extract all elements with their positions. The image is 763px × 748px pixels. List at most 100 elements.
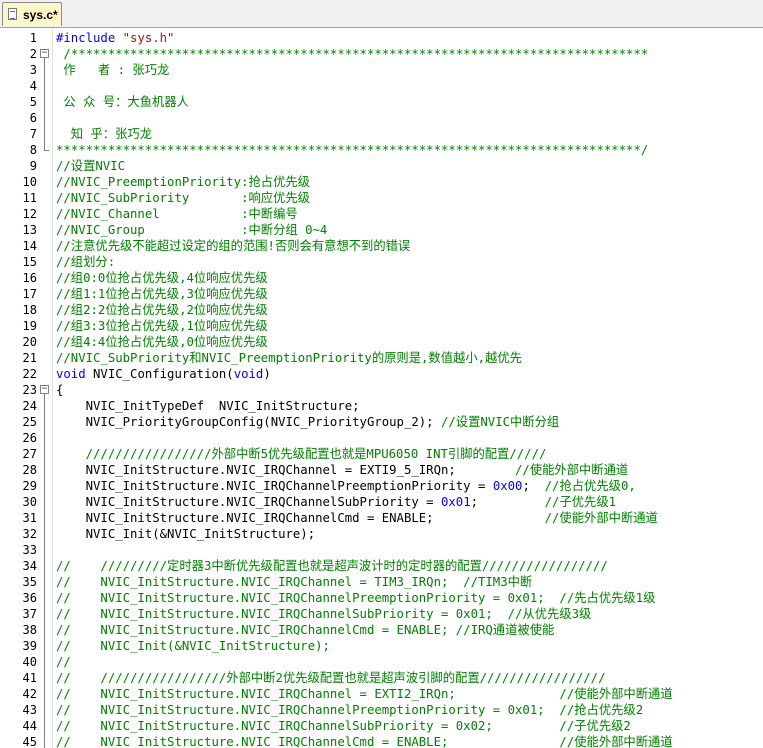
line-number: 28: [22, 463, 37, 477]
line-number: 34: [22, 559, 37, 573]
code-line[interactable]: 22 void NVIC_Configuration(void): [0, 366, 763, 382]
code-line[interactable]: 13 //NVIC_Group :中断分组 0~4: [0, 222, 763, 238]
code-text: //注意优先级不能超过设定的组的范围!否则会有意想不到的错误: [56, 238, 410, 254]
code-line[interactable]: 3 作 者 : 张巧龙: [0, 62, 763, 78]
code-line[interactable]: 20 //组4:4位抢占优先级,0位响应优先级: [0, 334, 763, 350]
code-line[interactable]: 39 // NVIC_Init(&NVIC_InitStructure);: [0, 638, 763, 654]
code-text: NVIC_InitStructure.NVIC_IRQChannelSubPri…: [56, 494, 616, 510]
code-text: void NVIC_Configuration(void): [56, 366, 271, 382]
code-token: //组4:4位抢占优先级,0位响应优先级: [56, 335, 268, 349]
line-number: 11: [22, 191, 37, 205]
code-token: // /////////定时器3中断优先级配置也就是超声波计时的定时器的配置//…: [56, 559, 608, 573]
line-number: 31: [22, 511, 37, 525]
code-line[interactable]: 11 //NVIC_SubPriority :响应优先级: [0, 190, 763, 206]
line-number: 16: [22, 271, 37, 285]
code-text: NVIC_InitStructure.NVIC_IRQChannelCmd = …: [56, 510, 658, 526]
code-line[interactable]: 7 知 乎：张巧龙: [0, 126, 763, 142]
code-line[interactable]: 21 //NVIC_SubPriority和NVIC_PreemptionPrio…: [0, 350, 763, 366]
tab-sys-c[interactable]: sys.c*: [2, 2, 62, 26]
code-line[interactable]: 25 NVIC_PriorityGroupConfig(NVIC_Priorit…: [0, 414, 763, 430]
line-number: 26: [22, 431, 37, 445]
code-line[interactable]: 44 // NVIC_InitStructure.NVIC_IRQChannelS…: [0, 718, 763, 734]
line-number: 30: [22, 495, 37, 509]
code-line[interactable]: 27 /////////////////外部中断5优先级配置也就是MPU6050…: [0, 446, 763, 462]
line-number: 3: [29, 63, 37, 77]
code-line[interactable]: 17 //组1:1位抢占优先级,3位响应优先级: [0, 286, 763, 302]
code-text: NVIC_InitStructure.NVIC_IRQChannelPreemp…: [56, 478, 636, 494]
code-line[interactable]: 31 NVIC_InitStructure.NVIC_IRQChannelCmd…: [0, 510, 763, 526]
code-line[interactable]: 15 //组划分:: [0, 254, 763, 270]
code-token: //组2:2位抢占优先级,2位响应优先级: [56, 303, 268, 317]
code-line[interactable]: 10 //NVIC_PreemptionPriority:抢占优先级: [0, 174, 763, 190]
code-token: // NVIC_InitStructure.NVIC_IRQChannelCmd…: [56, 735, 673, 748]
code-text: //组3:3位抢占优先级,1位响应优先级: [56, 318, 268, 334]
code-token: 0x01: [440, 495, 471, 509]
code-line[interactable]: 37 // NVIC_InitStructure.NVIC_IRQChannelS…: [0, 606, 763, 622]
line-number: 6: [29, 111, 37, 125]
code-line[interactable]: 23 {: [0, 382, 763, 398]
line-number: 35: [22, 575, 37, 589]
code-text: // NVIC_InitStructure.NVIC_IRQChannelCmd…: [56, 622, 554, 638]
code-line[interactable]: 19 //组3:3位抢占优先级,1位响应优先级: [0, 318, 763, 334]
code-token: // NVIC_InitStructure.NVIC_IRQChannelCmd…: [56, 623, 555, 637]
code-line[interactable]: 14 //注意优先级不能超过设定的组的范围!否则会有意想不到的错误: [0, 238, 763, 254]
code-text: //组0:0位抢占优先级,4位响应优先级: [56, 270, 268, 286]
code-line[interactable]: 2 /*************************************…: [0, 46, 763, 62]
code-line[interactable]: 8 ***************************************…: [0, 142, 763, 158]
code-token: #include: [56, 31, 123, 45]
code-token: // NVIC_Init(&NVIC_InitStructure);: [56, 639, 330, 653]
code-text: NVIC_Init(&NVIC_InitStructure);: [56, 526, 316, 542]
code-line[interactable]: 5 公 众 号：大鱼机器人: [0, 94, 763, 110]
code-text: #include "sys.h": [56, 30, 174, 46]
code-token: // NVIC_InitStructure.NVIC_IRQChannel = …: [56, 687, 673, 701]
code-line[interactable]: 12 //NVIC_Channel :中断编号: [0, 206, 763, 222]
code-text: // NVIC_InitStructure.NVIC_IRQChannel = …: [56, 686, 673, 702]
code-line[interactable]: 43 // NVIC_InitStructure.NVIC_IRQChannelP…: [0, 702, 763, 718]
line-number: 41: [22, 671, 37, 685]
code-line[interactable]: 36 // NVIC_InitStructure.NVIC_IRQChannelP…: [0, 590, 763, 606]
code-text: ****************************************…: [56, 142, 648, 158]
code-token: //使能外部中断通道: [515, 463, 629, 477]
code-line[interactable]: 35 // NVIC_InitStructure.NVIC_IRQChannel …: [0, 574, 763, 590]
code-token: // NVIC_InitStructure.NVIC_IRQChannelSub…: [56, 719, 631, 733]
code-line[interactable]: 18 //组2:2位抢占优先级,2位响应优先级: [0, 302, 763, 318]
code-line[interactable]: 4: [0, 78, 763, 94]
code-line[interactable]: 40 //: [0, 654, 763, 670]
code-line[interactable]: 24 NVIC_InitTypeDef NVIC_InitStructure;: [0, 398, 763, 414]
code-line[interactable]: 9 //设置NVIC: [0, 158, 763, 174]
code-token: void: [233, 367, 264, 381]
fold-guide: [44, 58, 45, 150]
code-line[interactable]: 16 //组0:0位抢占优先级,4位响应优先级: [0, 270, 763, 286]
code-line[interactable]: 30 NVIC_InitStructure.NVIC_IRQChannelSub…: [0, 494, 763, 510]
line-number: 13: [22, 223, 37, 237]
tab-label: sys.c*: [23, 7, 58, 22]
code-line[interactable]: 41 // /////////////////外部中断2优先级配置也就是超声波引脚…: [0, 670, 763, 686]
code-line[interactable]: 45 // NVIC_InitStructure.NVIC_IRQChannelC…: [0, 734, 763, 748]
code-token: // NVIC_InitStructure.NVIC_IRQChannel = …: [56, 575, 533, 589]
line-number: 40: [22, 655, 37, 669]
code-text: //组4:4位抢占优先级,0位响应优先级: [56, 334, 268, 350]
fold-toggle-icon[interactable]: −: [40, 385, 49, 394]
code-text: // NVIC_InitStructure.NVIC_IRQChannelSub…: [56, 718, 631, 734]
code-line[interactable]: 28 NVIC_InitStructure.NVIC_IRQChannel = …: [0, 462, 763, 478]
line-number: 45: [22, 735, 37, 748]
code-token: ****************************************…: [56, 143, 649, 157]
code-line[interactable]: 32 NVIC_Init(&NVIC_InitStructure);: [0, 526, 763, 542]
code-line[interactable]: 6: [0, 110, 763, 126]
code-line[interactable]: 38 // NVIC_InitStructure.NVIC_IRQChannelC…: [0, 622, 763, 638]
line-number: 21: [22, 351, 37, 365]
code-editor[interactable]: 1 #include "sys.h" 2 /********************…: [0, 28, 763, 748]
line-number: 9: [29, 159, 37, 173]
code-line[interactable]: 26: [0, 430, 763, 446]
fold-toggle-icon[interactable]: −: [40, 49, 49, 58]
code-token: 公 众 号：大鱼机器人: [56, 95, 189, 109]
code-line[interactable]: 42 // NVIC_InitStructure.NVIC_IRQChannel …: [0, 686, 763, 702]
code-line[interactable]: 34 // /////////定时器3中断优先级配置也就是超声波计时的定时器的配置…: [0, 558, 763, 574]
code-text: NVIC_InitTypeDef NVIC_InitStructure;: [56, 398, 360, 414]
line-number: 12: [22, 207, 37, 221]
code-line[interactable]: 1 #include "sys.h": [0, 30, 763, 46]
code-line[interactable]: 29 NVIC_InitStructure.NVIC_IRQChannelPre…: [0, 478, 763, 494]
code-line[interactable]: 33: [0, 542, 763, 558]
code-text: // NVIC_InitStructure.NVIC_IRQChannelPre…: [56, 702, 643, 718]
line-number: 37: [22, 607, 37, 621]
